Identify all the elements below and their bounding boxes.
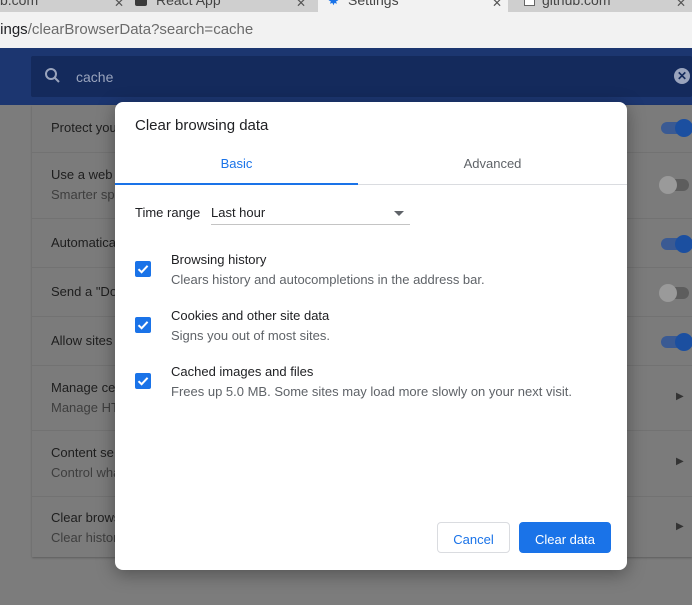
active-tab-indicator (115, 183, 358, 185)
clear-browsing-data-dialog: Clear browsing data Basic Advanced Time … (115, 102, 627, 570)
toggle-switch[interactable] (661, 119, 692, 137)
browsing-history-checkbox[interactable] (135, 261, 151, 277)
row-subtitle: Control wha (51, 465, 121, 480)
chevron-right-icon: ▶ (676, 521, 684, 532)
toggle-knob (659, 176, 677, 194)
row-title: Manage ce (51, 380, 116, 395)
option-title: Cookies and other site data (171, 308, 330, 323)
row-subtitle: Manage HT (51, 400, 119, 415)
tab-label: github.com (542, 0, 611, 8)
toggle-knob (675, 333, 692, 351)
clear-search-icon[interactable]: ✕ (674, 68, 690, 84)
tab-strip: b.com ✕ React App ✕ ✸ Settings ✕ github.… (0, 0, 692, 12)
toggle-knob (675, 235, 692, 253)
toggle-switch[interactable] (661, 235, 692, 253)
time-range-label: Time range (135, 205, 201, 220)
tab-label: b.com (0, 0, 39, 8)
clear-data-button[interactable]: Clear data (519, 522, 611, 553)
option-title: Cached images and files (171, 364, 314, 379)
settings-header: cache ✕ (0, 48, 692, 105)
checkmark-icon (137, 265, 149, 274)
url-text[interactable]: tings/clearBrowserData?search=cache (0, 21, 253, 38)
dropdown-arrow-icon (394, 211, 404, 216)
row-title: Automatica (51, 235, 117, 250)
row-title: Send a "Do (51, 284, 118, 299)
close-icon[interactable]: ✕ (114, 0, 124, 10)
time-range-select[interactable]: Last hour (211, 202, 410, 225)
row-title: Clear brows (51, 510, 121, 525)
row-subtitle: Smarter sp (51, 187, 115, 202)
tab-basic-label: Basic (220, 156, 253, 171)
row-title: Use a web s (51, 167, 123, 182)
checkmark-icon (137, 377, 149, 386)
settings-search[interactable]: cache ✕ (31, 56, 692, 97)
toggle-knob (675, 119, 692, 137)
option-title: Browsing history (171, 252, 267, 267)
close-icon[interactable]: ✕ (492, 0, 502, 10)
option-browsing-history: Browsing history Clears history and auto… (115, 252, 627, 302)
search-input[interactable]: cache (76, 69, 113, 85)
tab-advanced-label: Advanced (463, 156, 522, 171)
option-description: Clears history and autocompletions in th… (171, 272, 485, 287)
cancel-button[interactable]: Cancel (437, 522, 510, 553)
toggle-switch[interactable] (659, 176, 689, 194)
url-host: tings (0, 21, 28, 38)
time-range-value: Last hour (211, 205, 266, 220)
tab-label: React App (156, 0, 221, 8)
option-cached-images: Cached images and files Frees up 5.0 MB.… (115, 364, 627, 414)
tab-advanced[interactable]: Advanced (358, 146, 627, 184)
tab-label: Settings (348, 0, 399, 8)
row-title: Protect you (51, 120, 117, 135)
option-description: Signs you out of most sites. (171, 328, 330, 343)
cookies-checkbox[interactable] (135, 317, 151, 333)
address-bar[interactable]: tings/clearBrowserData?search=cache (0, 12, 692, 49)
cached-images-checkbox[interactable] (135, 373, 151, 389)
row-title: Content se (51, 445, 114, 460)
dialog-tabs: Basic Advanced (115, 146, 627, 185)
react-favicon-icon (135, 0, 147, 6)
close-icon[interactable]: ✕ (296, 0, 306, 10)
gear-icon: ✸ (328, 0, 339, 8)
toggle-knob (659, 284, 677, 302)
dialog-title: Clear browsing data (135, 117, 269, 134)
tab-basic[interactable]: Basic (115, 146, 358, 185)
tab-react-app[interactable]: React App ✕ (132, 0, 312, 12)
page-icon (524, 0, 535, 6)
option-cookies: Cookies and other site data Signs you ou… (115, 308, 627, 358)
tab-settings[interactable]: ✸ Settings ✕ (318, 0, 508, 12)
toggle-switch[interactable] (659, 284, 689, 302)
checkmark-icon (137, 321, 149, 330)
search-icon (45, 68, 60, 83)
row-subtitle: Clear histor (51, 530, 118, 545)
chevron-right-icon: ▶ (676, 391, 684, 402)
chevron-right-icon: ▶ (676, 456, 684, 467)
close-icon[interactable]: ✕ (676, 0, 686, 10)
row-title: Allow sites (51, 333, 113, 348)
tab-github[interactable]: github.com ✕ (515, 0, 692, 12)
url-path: /clearBrowserData?search=cache (27, 21, 254, 38)
toggle-switch[interactable] (661, 333, 692, 351)
option-description: Frees up 5.0 MB. Some sites may load mor… (171, 384, 572, 399)
